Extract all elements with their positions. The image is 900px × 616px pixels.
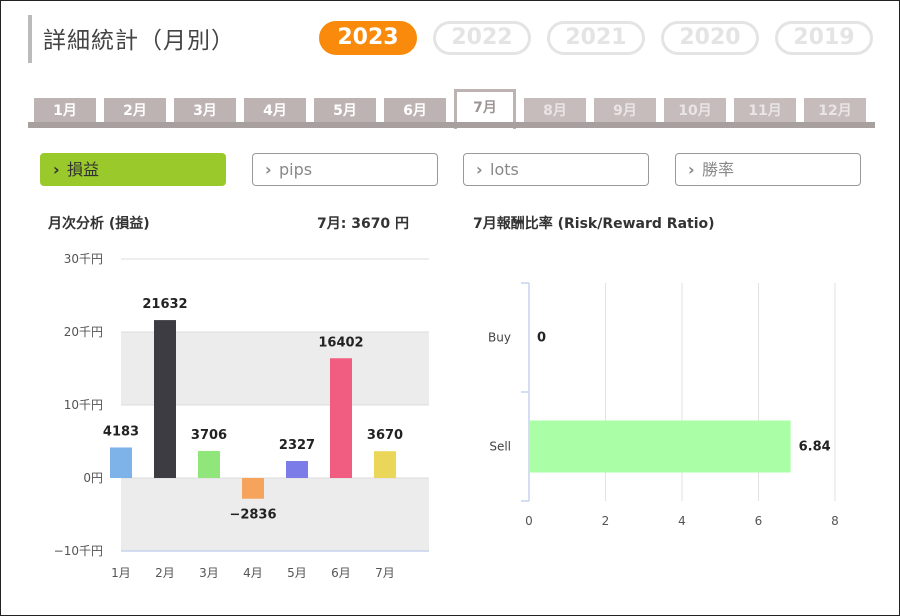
bar bbox=[198, 450, 220, 478]
monthly-profit-chart: 30千円 20千円 10千円 0円 −10千円 4183 1月 21632 2月 3706 3月 −2… bbox=[54, 252, 429, 580]
data-label: 3670 bbox=[367, 428, 403, 443]
year-tab-2020[interactable]: 2020 bbox=[661, 21, 759, 55]
y-tick-label: Buy bbox=[488, 331, 511, 345]
y-tick-label: −10千円 bbox=[54, 544, 103, 558]
y-tick-label: 0円 bbox=[83, 471, 103, 485]
window-frame: 詳細統計（月別） 2023 2022 2021 2020 2019 1月 2月 … bbox=[0, 0, 900, 616]
chevron-right-icon: › bbox=[476, 160, 483, 179]
x-tick-label: 4月 bbox=[243, 566, 263, 580]
data-label: 21632 bbox=[142, 297, 187, 312]
metric-label: 損益 bbox=[67, 160, 100, 179]
bar bbox=[330, 358, 352, 478]
month-tab-11[interactable]: 11月 bbox=[734, 98, 796, 122]
x-tick-label: 2月 bbox=[155, 566, 175, 580]
month-tab-6[interactable]: 6月 bbox=[384, 98, 446, 122]
metric-button-pips[interactable]: › pips bbox=[252, 153, 438, 186]
x-tick-label: 8 bbox=[831, 514, 839, 528]
data-label: 3706 bbox=[191, 428, 227, 443]
metric-label: lots bbox=[490, 160, 519, 179]
data-label: 2327 bbox=[279, 438, 315, 453]
x-tick-label: 4 bbox=[678, 514, 686, 528]
metric-label: pips bbox=[279, 160, 313, 179]
data-label: −2836 bbox=[229, 508, 276, 523]
y-tick-label: 10千円 bbox=[64, 398, 103, 412]
metric-button-lots[interactable]: › lots bbox=[463, 153, 649, 186]
chevron-right-icon: › bbox=[53, 160, 60, 179]
month-tab-1[interactable]: 1月 bbox=[34, 98, 96, 122]
year-tab-2022[interactable]: 2022 bbox=[433, 21, 531, 55]
page-title: 詳細統計（月別） bbox=[43, 28, 235, 54]
month-tab-underline bbox=[28, 122, 875, 128]
month-tab-9[interactable]: 9月 bbox=[594, 98, 656, 122]
x-tick-label: 3月 bbox=[199, 566, 219, 580]
title-accent-bar bbox=[28, 15, 32, 63]
bar bbox=[154, 320, 176, 478]
bar bbox=[110, 447, 132, 478]
month-tab-4[interactable]: 4月 bbox=[244, 98, 306, 122]
x-tick-label: 5月 bbox=[287, 566, 307, 580]
monthly-summary: 7月: 3670 円 bbox=[317, 216, 410, 232]
chevron-right-icon: › bbox=[265, 160, 272, 179]
month-tab-3[interactable]: 3月 bbox=[174, 98, 236, 122]
monthly-chart-title: 月次分析 (損益) bbox=[48, 216, 150, 232]
data-label: 6.84 bbox=[799, 440, 831, 455]
x-tick-label: 7月 bbox=[375, 566, 395, 580]
month-tab-10[interactable]: 10月 bbox=[664, 98, 726, 122]
y-tick-label: 30千円 bbox=[64, 252, 103, 266]
y-tick-label: 20千円 bbox=[64, 325, 103, 339]
chevron-right-icon: › bbox=[688, 160, 695, 179]
metric-button-winrate[interactable]: › 勝率 bbox=[675, 153, 861, 186]
year-tab-2023[interactable]: 2023 bbox=[319, 21, 417, 55]
bar bbox=[286, 461, 308, 478]
month-tab-12[interactable]: 12月 bbox=[804, 98, 866, 122]
year-tab-2019[interactable]: 2019 bbox=[775, 21, 873, 55]
month-tab-8[interactable]: 8月 bbox=[524, 98, 586, 122]
bar bbox=[529, 420, 791, 473]
bar bbox=[374, 451, 396, 478]
metric-button-profit[interactable]: › 損益 bbox=[40, 153, 226, 186]
year-tab-2021[interactable]: 2021 bbox=[547, 21, 645, 55]
y-tick-label: Sell bbox=[489, 440, 511, 454]
x-tick-label: 6 bbox=[755, 514, 763, 528]
ratio-chart-title: 7月報酬比率 (Risk/Reward Ratio) bbox=[473, 216, 715, 232]
month-tab-5[interactable]: 5月 bbox=[314, 98, 376, 122]
x-tick-label: 0 bbox=[525, 514, 533, 528]
data-label: 4183 bbox=[103, 424, 139, 439]
data-label: 16402 bbox=[318, 335, 363, 350]
x-tick-label: 6月 bbox=[331, 566, 351, 580]
month-tab-2[interactable]: 2月 bbox=[104, 98, 166, 122]
bar bbox=[242, 478, 264, 499]
x-tick-label: 2 bbox=[602, 514, 610, 528]
risk-reward-chart: 0 2 4 6 8 Buy 0 Sell 6.84 bbox=[488, 282, 839, 528]
metric-label: 勝率 bbox=[702, 160, 735, 179]
data-label: 0 bbox=[537, 331, 546, 346]
x-tick-label: 1月 bbox=[111, 566, 131, 580]
